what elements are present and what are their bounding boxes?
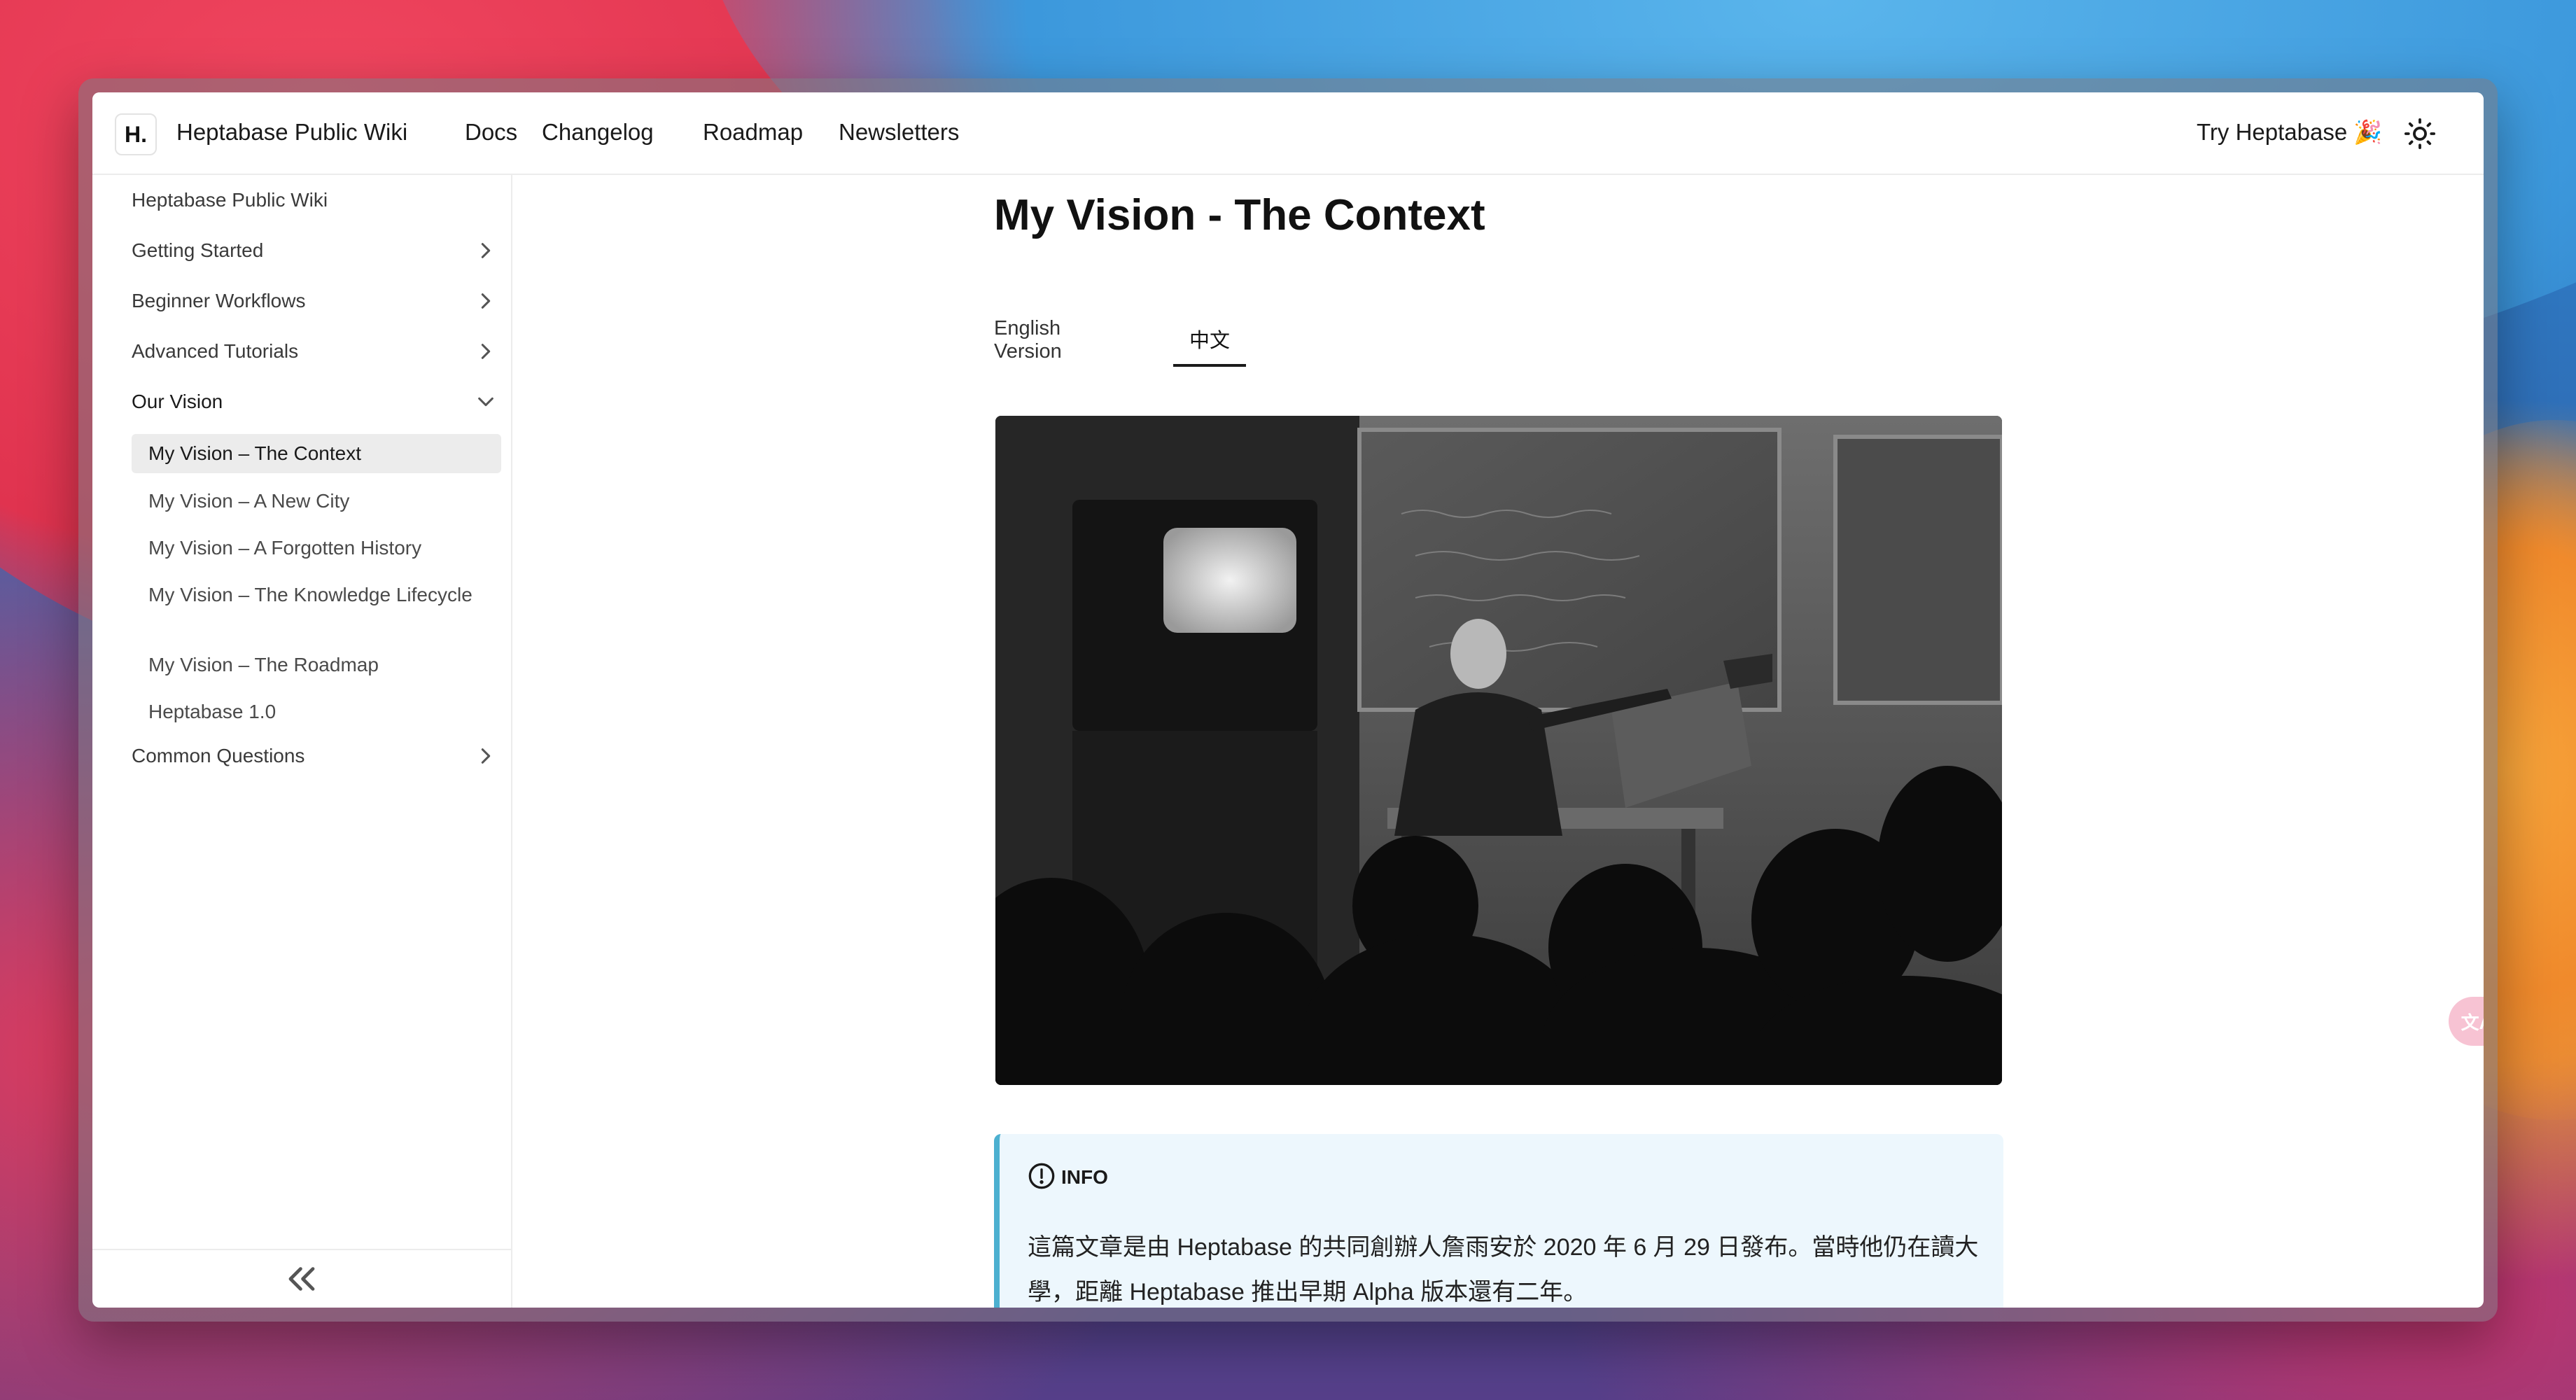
sidebar-item-label: Our Vision: [132, 391, 223, 412]
sidebar-item-advanced-tutorials[interactable]: Advanced Tutorials: [132, 332, 496, 371]
hero-image-lecture-photo: [995, 416, 2002, 1085]
translate-button[interactable]: 文A: [2449, 997, 2484, 1046]
lecture-photo: [995, 416, 2002, 1085]
heptabase-logo[interactable]: H.: [115, 113, 157, 155]
exclamation-circle-icon: [1028, 1163, 1055, 1189]
sidebar-collapse-button[interactable]: [92, 1249, 511, 1308]
web-page: H. Heptabase Public Wiki Docs Changelog …: [92, 92, 2484, 1308]
sidebar: Heptabase Public Wiki Getting Started Be…: [92, 175, 512, 1308]
try-heptabase-button[interactable]: Try Heptabase 🎉: [2197, 119, 2382, 146]
chevron-right-icon[interactable]: [476, 241, 496, 260]
sidebar-item-label: Common Questions: [132, 745, 305, 766]
chevron-right-icon[interactable]: [476, 342, 496, 361]
nav-docs[interactable]: Docs: [465, 119, 517, 146]
sidebar-subitem-heptabase-1[interactable]: Heptabase 1.0: [132, 692, 501, 732]
nav-changelog[interactable]: Changelog: [542, 119, 654, 146]
chevron-right-icon[interactable]: [476, 746, 496, 766]
sidebar-item-our-vision[interactable]: Our Vision: [132, 382, 496, 421]
info-label: INFO: [1061, 1166, 1108, 1188]
theme-toggle-button[interactable]: [2404, 118, 2436, 150]
sidebar-item-getting-started[interactable]: Getting Started: [132, 231, 496, 270]
chevron-right-icon[interactable]: [476, 291, 496, 311]
sidebar-root-link[interactable]: Heptabase Public Wiki: [132, 181, 496, 220]
sidebar-subitem-knowledge-lifecycle[interactable]: My Vision – The Knowledge Lifecycle: [132, 575, 501, 631]
sidebar-item-common-questions[interactable]: Common Questions: [132, 736, 496, 776]
sidebar-item-label: Beginner Workflows: [132, 290, 306, 312]
sidebar-subitem-the-roadmap[interactable]: My Vision – The Roadmap: [132, 645, 501, 685]
info-callout: INFO 這篇文章是由 Heptabase 的共同創辦人詹雨安於 2020 年 …: [994, 1134, 2003, 1308]
sidebar-item-label: Getting Started: [132, 239, 264, 261]
top-header: H. Heptabase Public Wiki Docs Changelog …: [92, 92, 2484, 175]
nav-roadmap[interactable]: Roadmap: [703, 119, 803, 146]
sidebar-item-label: Advanced Tutorials: [132, 340, 299, 362]
tab-english-version[interactable]: English Version: [994, 314, 1131, 367]
sidebar-subitem-forgotten-history[interactable]: My Vision – A Forgotten History: [132, 528, 501, 568]
sidebar-subitem-the-context[interactable]: My Vision – The Context: [132, 434, 501, 473]
browser-window: H. Heptabase Public Wiki Docs Changelog …: [78, 78, 2498, 1322]
sun-icon: [2404, 118, 2436, 150]
double-chevron-left-icon: [288, 1267, 315, 1291]
tab-chinese[interactable]: 中文: [1173, 314, 1246, 367]
sidebar-root-label: Heptabase Public Wiki: [132, 189, 328, 211]
page-title: My Vision - The Context: [994, 191, 1485, 239]
nav-newsletters[interactable]: Newsletters: [839, 119, 959, 146]
sidebar-item-beginner-workflows[interactable]: Beginner Workflows: [132, 281, 496, 321]
info-text: 這篇文章是由 Heptabase 的共同創辦人詹雨安於 2020 年 6 月 2…: [1028, 1234, 1979, 1306]
chevron-down-icon[interactable]: [476, 392, 496, 412]
site-title[interactable]: Heptabase Public Wiki: [176, 119, 407, 146]
sidebar-subitem-a-new-city[interactable]: My Vision – A New City: [132, 482, 501, 521]
